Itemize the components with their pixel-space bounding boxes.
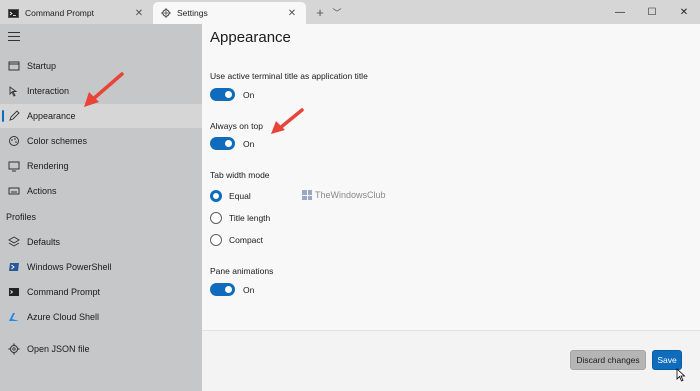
new-tab-button[interactable]: +	[310, 2, 330, 24]
always-on-top-toggle[interactable]	[210, 137, 235, 150]
always-on-top-label: Always on top	[210, 121, 263, 131]
discard-changes-button[interactable]: Discard changes	[570, 350, 646, 370]
keyboard-icon	[8, 185, 20, 197]
pane-animations-label: Pane animations	[210, 266, 274, 276]
radio-equal[interactable]: Equal	[210, 190, 251, 202]
layers-icon	[8, 236, 20, 248]
sidebar-item-label: Appearance	[27, 111, 76, 121]
pane-animations-state: On	[243, 285, 255, 295]
active-title-state: On	[243, 90, 255, 100]
radio-button[interactable]	[210, 212, 222, 224]
sidebar-item-label: Command Prompt	[27, 287, 101, 297]
monitor-icon	[8, 160, 20, 172]
pen-icon	[8, 110, 20, 122]
close-icon[interactable]: ✕	[133, 8, 145, 19]
watermark: TheWindowsClub	[302, 190, 386, 200]
active-title-toggle[interactable]	[210, 88, 235, 101]
radio-label: Equal	[229, 191, 251, 201]
tab-title: Command Prompt	[25, 8, 94, 18]
sidebar-item-azure-cloud-shell[interactable]: Azure Cloud Shell	[0, 305, 202, 329]
tab-settings[interactable]: Settings ✕	[153, 2, 306, 24]
interaction-icon	[8, 85, 20, 97]
gear-icon	[8, 343, 20, 355]
sidebar-item-defaults[interactable]: Defaults	[0, 230, 202, 254]
sidebar-item-label: Startup	[27, 61, 57, 71]
radio-title-length[interactable]: Title length	[210, 212, 270, 224]
cmd-icon	[8, 8, 19, 18]
tab-width-label: Tab width mode	[210, 170, 270, 180]
pane-animations-toggle[interactable]	[210, 283, 235, 296]
sidebar-item-rendering[interactable]: Rendering	[0, 154, 202, 178]
settings-content: Appearance Use active terminal title as …	[202, 24, 700, 330]
powershell-icon	[8, 261, 20, 273]
mouse-cursor-icon	[676, 368, 686, 382]
radio-label: Title length	[229, 213, 271, 223]
window-controls: — ☐ ✕	[604, 0, 700, 24]
hamburger-menu-icon[interactable]	[8, 32, 20, 42]
close-window-button[interactable]: ✕	[668, 0, 700, 24]
sidebar-item-label: Color schemes	[27, 136, 88, 146]
open-json-file[interactable]: Open JSON file	[0, 337, 202, 361]
maximize-button[interactable]: ☐	[636, 0, 668, 24]
radio-button[interactable]	[210, 234, 222, 246]
sidebar-item-label: Windows PowerShell	[27, 262, 112, 272]
sidebar-item-command-prompt[interactable]: Command Prompt	[0, 280, 202, 304]
sidebar-item-label: Defaults	[27, 237, 61, 247]
sidebar-item-windows-powershell[interactable]: Windows PowerShell	[0, 255, 202, 279]
sidebar-item-label: Interaction	[27, 86, 70, 96]
save-button[interactable]: Save	[652, 350, 682, 370]
annotation-arrow-icon	[84, 72, 124, 107]
sidebar-item-label: Actions	[27, 186, 57, 196]
footer: Discard changes Save	[202, 330, 700, 391]
palette-icon	[8, 135, 20, 147]
sidebar-item-label: Rendering	[27, 161, 69, 171]
sidebar-item-label: Open JSON file	[27, 344, 90, 354]
close-icon[interactable]: ✕	[286, 8, 298, 19]
sidebar-item-color-schemes[interactable]: Color schemes	[0, 129, 202, 153]
azure-icon	[8, 311, 20, 323]
sidebar-item-label: Azure Cloud Shell	[27, 312, 100, 322]
page-title: Appearance	[210, 29, 291, 46]
annotation-arrow-icon	[271, 108, 304, 134]
chevron-down-icon[interactable]: ﹀	[330, 2, 344, 24]
radio-button[interactable]	[210, 190, 222, 202]
windows-logo-icon	[302, 190, 312, 200]
tab-command-prompt[interactable]: Command Prompt ✕	[0, 2, 153, 24]
radio-compact[interactable]: Compact	[210, 234, 263, 246]
profiles-header: Profiles	[6, 212, 37, 222]
always-on-top-state: On	[243, 139, 255, 149]
cmd-icon	[8, 286, 20, 298]
sidebar-item-actions[interactable]: Actions	[0, 179, 202, 203]
gear-icon	[161, 8, 171, 18]
startup-icon	[8, 60, 20, 72]
watermark-text: TheWindowsClub	[315, 190, 386, 200]
tab-title: Settings	[177, 8, 208, 18]
title-bar: Command Prompt ✕ Settings ✕ + ﹀ — ☐ ✕	[0, 0, 700, 24]
radio-label: Compact	[229, 235, 264, 245]
active-title-label: Use active terminal title as application…	[210, 71, 368, 81]
minimize-button[interactable]: —	[604, 0, 636, 24]
